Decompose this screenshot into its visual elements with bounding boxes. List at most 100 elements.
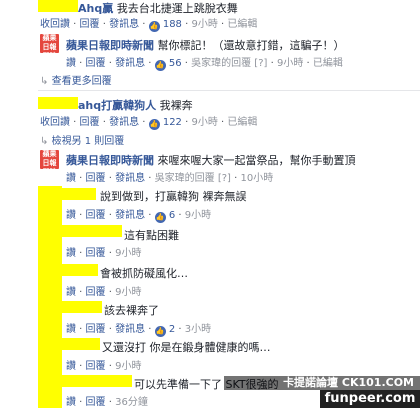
help-flag[interactable]: [?] [218,173,231,184]
like-button[interactable]: 讚 [66,324,76,335]
apple-daily-avatar[interactable]: 蘋果日報即時 [40,150,59,169]
censor-bar-thread2 [38,97,78,109]
reply-time[interactable]: 10小時 [241,173,274,184]
comment-time[interactable]: 9小時 [191,117,217,128]
like-button[interactable]: 讚 [66,173,76,184]
reply-time[interactable]: 36分鐘 [115,397,148,408]
brand-watermark: funpeer.com [320,390,420,408]
reply-button[interactable]: 回覆 [86,248,106,259]
help-flag[interactable]: [?] [254,58,267,69]
reply-button[interactable]: 回覆 [80,19,100,30]
edited-label[interactable]: 已編輯 [313,58,343,69]
edited-label[interactable]: 已編輯 [227,117,257,128]
reply-time[interactable]: 9小時 [185,210,211,221]
reply-button[interactable]: 回覆 [86,324,106,335]
more-replies-label: 查看更多回覆 [51,76,112,87]
censor-bar-name [62,338,100,350]
reply-text: 說到做到，打贏韓狗 裸奔無誤 [100,190,247,203]
site-watermark: 卡提諾論壇 CK101.COM [224,376,420,390]
like-count[interactable]: 188 [163,19,182,30]
reply-time[interactable]: 3小時 [185,324,211,335]
thread1-comment: Ahq贏 我去台北捷運上跳脫衣舞 [78,0,238,16]
reply-text: 該去裸奔了 [104,304,159,317]
like-icon: 👍 [148,21,160,32]
like-count[interactable]: 122 [163,117,182,128]
reply-button[interactable]: 回覆 [86,210,106,221]
like-button[interactable]: 讚 [66,210,76,221]
edited-label[interactable]: 已編輯 [227,19,257,30]
like-button[interactable]: 讚 [66,287,76,298]
like-button[interactable]: 讚 [66,248,76,259]
more-replies-link[interactable]: ↳ 查看更多回覆 [40,72,112,87]
thread1-reply-actions: 讚 · 回覆 · 發訊息 · 👍 56 · 吳家瑋的回覆 [?] · 9小時 ·… [66,58,343,71]
censor-bar-thread1 [38,0,78,12]
thread2-reply: 蘋果日報即時新聞 來喔來喔大家一起當祭品，幫你手動置頂 [66,152,356,168]
comment-text: 我裸奔 [159,99,193,112]
censor-bar-left [38,186,62,408]
comment-text: 我去台北捷運上跳脫衣舞 [116,2,238,15]
reply-arrow-icon: ↳ [40,76,49,87]
reply-actions: 讚 · 回覆 · 9小時 [66,287,142,298]
message-button[interactable]: 發訊息 [109,19,139,30]
thread1-reply: 蘋果日報即時新聞 幫你標記！（還故意打錯，這騙子！） [66,37,345,53]
message-button[interactable]: 發訊息 [109,117,139,128]
reply-text: 來喔來喔大家一起當祭品，幫你手動置頂 [157,154,356,167]
reply-actions: 讚 · 回覆 · 9小時 [66,248,142,259]
message-button[interactable]: 發訊息 [115,173,145,184]
like-count[interactable]: 56 [169,58,182,69]
view-other-reply-label: 檢視另 1 則回覆 [51,136,125,147]
replied-by[interactable]: 吳家瑋的回覆 [155,173,215,184]
view-other-reply-link[interactable]: ↳ 檢視另 1 則回覆 [40,132,124,147]
reply-actions: 讚 · 回覆 · 36分鐘 [66,397,148,408]
censor-bar-name [62,225,122,237]
like-count[interactable]: 2 [169,324,175,335]
message-button[interactable]: 發訊息 [115,58,145,69]
like-button[interactable]: 讚 [66,361,76,372]
reply-time[interactable]: 9小時 [115,248,141,259]
reply-text: 會被抓防礙風化… [100,267,188,280]
like-icon: 👍 [154,60,166,71]
reply-text: 又還沒打 你是在鍛身體健康的嗎… [102,341,271,354]
commenter-name[interactable]: ahq打贏韓狗人 [78,99,156,112]
censor-bar-name [62,264,98,276]
like-icon: 👍 [154,212,166,223]
censor-bar-name [62,188,96,200]
reply-button[interactable]: 回覆 [86,397,106,408]
like-icon: 👍 [148,119,160,130]
reply-author-name[interactable]: 蘋果日報即時新聞 [66,39,154,52]
like-count[interactable]: 6 [169,210,175,221]
reply-author-name[interactable]: 蘋果日報即時新聞 [66,154,154,167]
thread2-reply-actions: 讚 · 回覆 · 發訊息 · 吳家瑋的回覆 [?] · 10小時 [66,173,274,184]
censor-bar-name [62,375,132,387]
reply-arrow-icon: ↳ [40,136,49,147]
thread2-comment: ahq打贏韓狗人 我裸奔 [78,97,193,113]
thread2-comment-actions: 收回讚 · 回覆 · 發訊息 · 👍 122 · 9小時 · 已編輯 [40,117,258,130]
apple-daily-avatar[interactable]: 蘋果日報即時 [40,34,59,53]
reply-time[interactable]: 9小時 [115,361,141,372]
replied-by[interactable]: 吳家瑋的回覆 [191,58,251,69]
reply-actions: 讚 · 回覆 · 發訊息 · 👍 6 · 9小時 [66,210,212,223]
censor-bar-name [62,301,102,313]
reply-actions: 讚 · 回覆 · 發訊息 · 👍 2 · 3小時 [66,324,212,337]
reply-button[interactable]: 回覆 [86,173,106,184]
reply-actions: 讚 · 回覆 · 9小時 [66,361,142,372]
like-button[interactable]: 讚 [66,397,76,408]
reply-button[interactable]: 回覆 [86,58,106,69]
reply-button[interactable]: 回覆 [86,287,106,298]
comment-time[interactable]: 9小時 [191,19,217,30]
reply-button[interactable]: 回覆 [86,361,106,372]
message-button[interactable]: 發訊息 [115,324,145,335]
thread1-comment-actions: 收回讚 · 回覆 · 發訊息 · 👍 188 · 9小時 · 已編輯 [40,19,258,32]
reply-text: 這有點困難 [124,229,179,242]
reply-time[interactable]: 9小時 [277,58,303,69]
message-button[interactable]: 發訊息 [115,210,145,221]
like-icon: 👍 [154,326,166,337]
thread-divider [38,90,420,91]
reply-time[interactable]: 9小時 [115,287,141,298]
unlike-button[interactable]: 收回讚 [40,117,70,128]
reply-text: 幫你標記！（還故意打錯，這騙子！） [157,39,345,52]
reply-button[interactable]: 回覆 [80,117,100,128]
unlike-button[interactable]: 收回讚 [40,19,70,30]
commenter-name[interactable]: Ahq贏 [78,2,113,15]
like-button[interactable]: 讚 [66,58,76,69]
